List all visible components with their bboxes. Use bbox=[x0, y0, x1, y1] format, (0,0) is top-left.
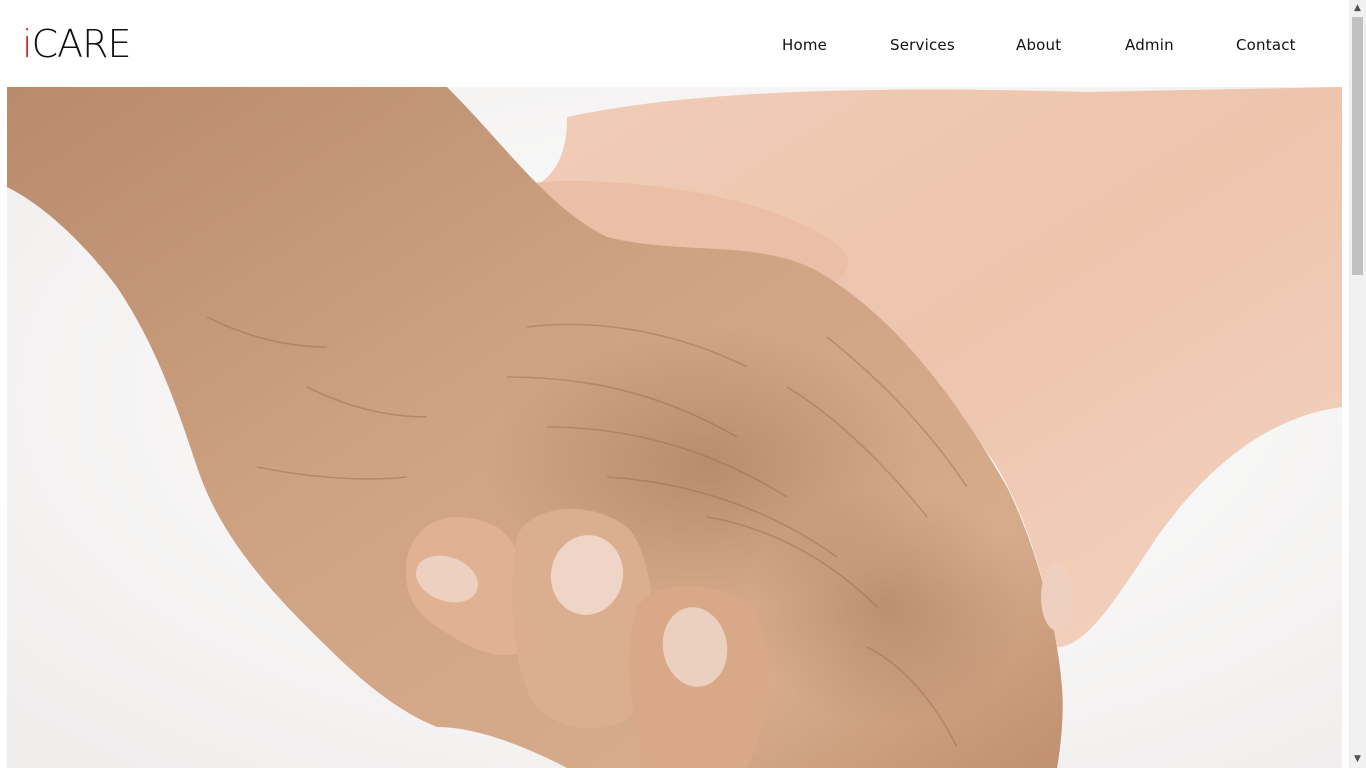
page: iCARE Home Services About Admin Contact bbox=[0, 0, 1349, 768]
vertical-scrollbar[interactable]: ▲ ▼ bbox=[1349, 0, 1366, 768]
navbar: iCARE Home Services About Admin Contact bbox=[0, 0, 1349, 87]
nav-about-link[interactable]: About bbox=[1016, 36, 1061, 54]
logo-prefix: i bbox=[22, 22, 33, 66]
site-logo[interactable]: iCARE bbox=[22, 20, 132, 68]
nav-home-link[interactable]: Home bbox=[782, 36, 827, 54]
nav-services-link[interactable]: Services bbox=[890, 36, 955, 54]
hero-image bbox=[7, 87, 1342, 768]
nav-admin-link[interactable]: Admin bbox=[1125, 36, 1174, 54]
logo-text: CARE bbox=[31, 22, 132, 66]
triangle-down-icon[interactable]: ▼ bbox=[1349, 751, 1366, 768]
triangle-up-icon[interactable]: ▲ bbox=[1349, 0, 1366, 17]
scrollbar-thumb[interactable] bbox=[1352, 17, 1363, 275]
hands-illustration bbox=[7, 87, 1342, 768]
nav-contact-link[interactable]: Contact bbox=[1236, 36, 1296, 54]
